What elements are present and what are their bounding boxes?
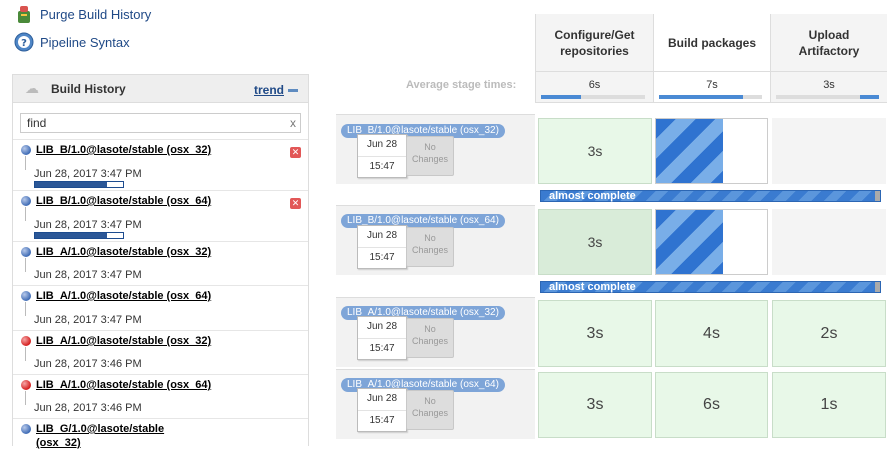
build-progress-bar bbox=[34, 181, 124, 188]
cloud-icon: ☁ bbox=[25, 80, 39, 96]
purge-build-history-label: Purge Build History bbox=[40, 6, 152, 22]
run-date-card: Jun 28 15:47 bbox=[357, 225, 407, 269]
build-success-icon bbox=[21, 247, 31, 257]
stage-cell-pending bbox=[772, 118, 886, 184]
build-history-row: LIB_A/1.0@lasote/stable (osx_32) Jun 28,… bbox=[13, 330, 308, 374]
run-status-bar: almost complete bbox=[540, 190, 881, 202]
build-link[interactable]: LIB_B/1.0@lasote/stable (osx_32) bbox=[36, 144, 211, 156]
build-history-row: LIB_B/1.0@lasote/stable (osx_64) ✕ Jun 2… bbox=[13, 190, 308, 241]
build-link[interactable]: LIB_B/1.0@lasote/stable (osx_64) bbox=[36, 195, 211, 207]
build-link[interactable]: LIB_A/1.0@lasote/stable (osx_64) bbox=[36, 379, 211, 391]
build-date: Jun 28, 2017 3:46 PM bbox=[34, 402, 142, 414]
build-history-title: Build History bbox=[51, 81, 126, 96]
build-history-row: LIB_A/1.0@lasote/stable (osx_64) Jun 28,… bbox=[13, 285, 308, 330]
stage-header-build-packages: Build packages bbox=[653, 14, 770, 71]
stage-cell[interactable]: 3s bbox=[538, 372, 652, 438]
build-history-row: LIB_G/1.0@lasote/stable (osx_32) bbox=[13, 418, 308, 449]
run-status-bar: almost complete bbox=[540, 281, 881, 293]
run-date-card: Jun 28 15:47 bbox=[357, 388, 407, 432]
build-date: Jun 28, 2017 3:46 PM bbox=[34, 358, 142, 370]
stage-cell[interactable]: 4s bbox=[655, 300, 768, 367]
trend-icon bbox=[288, 89, 298, 92]
stage-header-upload: Upload Artifactory bbox=[770, 14, 887, 71]
build-history-row: LIB_B/1.0@lasote/stable (osx_32) ✕ Jun 2… bbox=[13, 139, 308, 190]
run-date-card: Jun 28 15:47 bbox=[357, 316, 407, 360]
average-stage-times-label: Average stage times: bbox=[406, 79, 517, 91]
build-running-icon bbox=[21, 196, 31, 206]
help-icon: ? bbox=[14, 32, 34, 52]
build-failed-icon bbox=[21, 336, 31, 346]
build-progress-bar bbox=[34, 232, 124, 239]
build-link[interactable]: LIB_G/1.0@lasote/stable bbox=[36, 423, 164, 435]
stage-cell[interactable]: 3s bbox=[538, 300, 652, 367]
avg-time-configure: 6s bbox=[535, 71, 653, 103]
build-date: Jun 28, 2017 3:47 PM bbox=[34, 269, 142, 281]
trend-link[interactable]: trend bbox=[254, 83, 284, 97]
build-history-row: LIB_A/1.0@lasote/stable (osx_64) Jun 28,… bbox=[13, 374, 308, 418]
pipeline-syntax-link[interactable]: ? Pipeline Syntax bbox=[14, 32, 130, 52]
build-link-continuation[interactable]: (osx_32) bbox=[36, 437, 81, 449]
build-link[interactable]: LIB_A/1.0@lasote/stable (osx_32) bbox=[36, 246, 211, 258]
avg-time-upload: 3s bbox=[770, 71, 887, 103]
stage-header-configure: Configure/Get repositories bbox=[535, 14, 653, 71]
run-changes[interactable]: No Changes bbox=[406, 390, 454, 430]
build-link[interactable]: LIB_A/1.0@lasote/stable (osx_32) bbox=[36, 335, 211, 347]
build-success-icon bbox=[21, 424, 31, 434]
svg-text:?: ? bbox=[21, 38, 27, 49]
stage-cell-pending bbox=[772, 209, 886, 275]
clear-find-icon[interactable]: x bbox=[290, 116, 296, 130]
stage-cell[interactable]: 6s bbox=[655, 372, 768, 438]
purge-icon bbox=[14, 4, 34, 24]
build-history-header: ☁ Build History trend bbox=[13, 75, 308, 103]
pipeline-syntax-label: Pipeline Syntax bbox=[40, 34, 130, 50]
build-link[interactable]: LIB_A/1.0@lasote/stable (osx_64) bbox=[36, 290, 211, 302]
stage-cell-in-progress[interactable] bbox=[655, 209, 768, 275]
build-history-find-input[interactable] bbox=[20, 113, 301, 133]
run-changes[interactable]: No Changes bbox=[406, 136, 454, 176]
build-success-icon bbox=[21, 291, 31, 301]
stage-cell[interactable]: 1s bbox=[772, 372, 886, 438]
stage-cell[interactable]: 2s bbox=[772, 300, 886, 367]
stage-cell[interactable]: 3s bbox=[538, 118, 652, 184]
build-running-icon bbox=[21, 145, 31, 155]
purge-build-history-link[interactable]: Purge Build History bbox=[14, 4, 151, 24]
avg-time-build-packages: 7s bbox=[653, 71, 770, 103]
stage-cell-in-progress[interactable] bbox=[655, 118, 768, 184]
stop-build-icon[interactable]: ✕ bbox=[290, 147, 301, 158]
stop-build-icon[interactable]: ✕ bbox=[290, 198, 301, 209]
build-date: Jun 28, 2017 3:47 PM bbox=[34, 314, 142, 326]
stage-cell[interactable]: 3s bbox=[538, 209, 652, 275]
build-history-panel: ☁ Build History trend x LIB_B/1.0@lasote… bbox=[12, 74, 309, 449]
build-history-row: LIB_A/1.0@lasote/stable (osx_32) Jun 28,… bbox=[13, 241, 308, 285]
run-date-card: Jun 28 15:47 bbox=[357, 134, 407, 178]
run-changes[interactable]: No Changes bbox=[406, 318, 454, 358]
build-date: Jun 28, 2017 3:47 PM bbox=[34, 219, 142, 231]
run-changes[interactable]: No Changes bbox=[406, 227, 454, 267]
build-date: Jun 28, 2017 3:47 PM bbox=[34, 168, 142, 180]
build-failed-icon bbox=[21, 380, 31, 390]
